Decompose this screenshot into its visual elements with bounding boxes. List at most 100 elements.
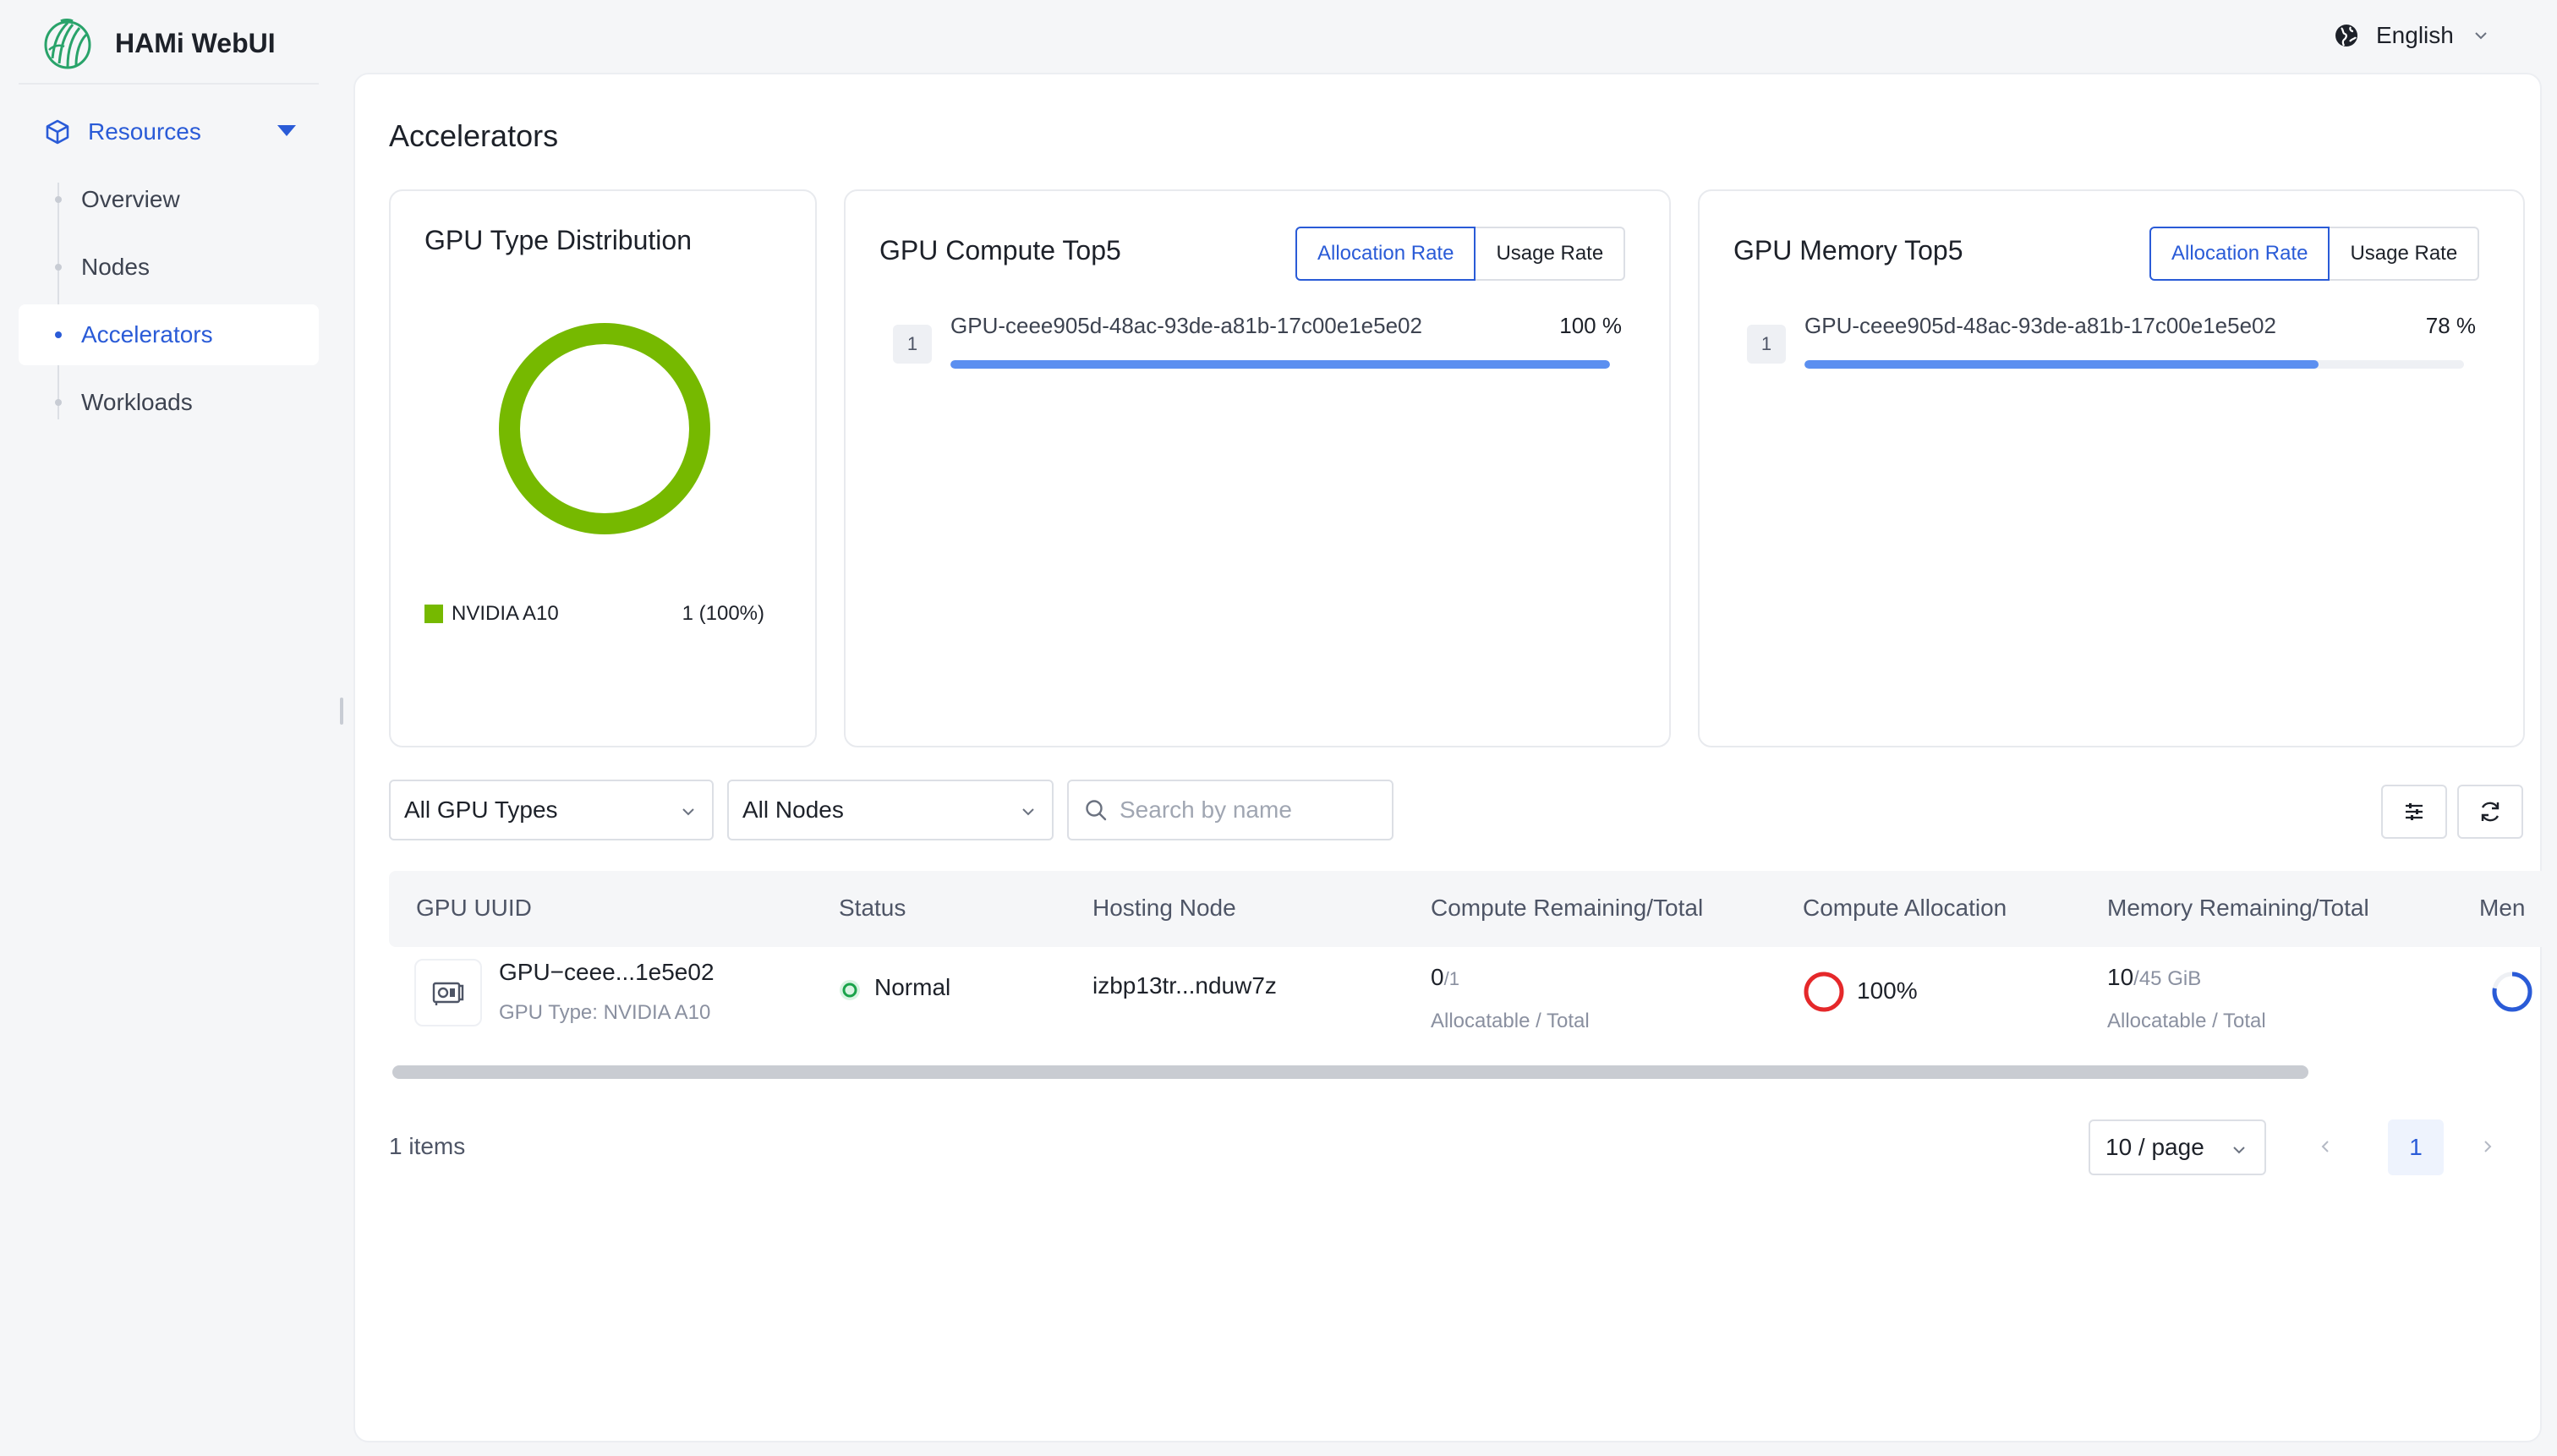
progress-fill bbox=[950, 360, 1610, 369]
rank-number: 1 bbox=[1747, 325, 1786, 364]
column-header-uuid[interactable]: GPU UUID bbox=[416, 895, 532, 922]
sidebar-item-nodes[interactable]: Nodes bbox=[19, 237, 319, 298]
status-text: Normal bbox=[874, 974, 951, 1000]
rank-value: 100 % bbox=[1559, 313, 1622, 338]
compute-rate-toggle: Allocation Rate Usage Rate bbox=[1295, 227, 1626, 281]
horizontal-scrollbar[interactable] bbox=[392, 1065, 2308, 1079]
refresh-button[interactable] bbox=[2457, 785, 2523, 839]
table-header: GPU UUID Status Hosting Node Compute Rem… bbox=[389, 871, 2543, 947]
page-size-select[interactable]: 10 / page bbox=[2089, 1119, 2266, 1175]
chevron-down-icon bbox=[2475, 32, 2487, 40]
sidebar-item-label: Overview bbox=[81, 186, 180, 212]
chevron-down-icon bbox=[682, 808, 694, 816]
gpu-type-select[interactable]: All GPU Types bbox=[389, 780, 714, 840]
column-settings-button[interactable] bbox=[2381, 785, 2447, 839]
gpu-type-donut-chart bbox=[499, 323, 710, 534]
next-page-button[interactable] bbox=[2471, 1130, 2505, 1163]
compute-total: /1 bbox=[1443, 968, 1459, 989]
status-ok-icon bbox=[840, 980, 860, 1000]
memory-total: /45 GiB bbox=[2133, 967, 2202, 990]
brand[interactable]: HAMi WebUI bbox=[42, 15, 276, 71]
sidebar-collapse-handle[interactable] bbox=[340, 698, 343, 725]
chevron-down-icon bbox=[2233, 1147, 2245, 1154]
app-name: HAMi WebUI bbox=[115, 27, 276, 58]
legend-value: 1 (100%) bbox=[682, 602, 764, 625]
language-selector[interactable]: English bbox=[2334, 19, 2489, 52]
column-header-memory-remaining[interactable]: Memory Remaining/Total bbox=[2107, 895, 2369, 922]
menu-dot-icon bbox=[55, 196, 62, 203]
hami-logo-icon bbox=[44, 19, 91, 69]
main-content: Accelerators GPU Type Distribution NVIDI… bbox=[353, 73, 2543, 1442]
gpu-type-text: GPU Type: NVIDIA A10 bbox=[499, 1001, 711, 1024]
column-header-memory-allocation[interactable]: Men bbox=[2479, 895, 2525, 922]
select-value: All GPU Types bbox=[404, 796, 558, 823]
compute-allocation-ring bbox=[1804, 972, 1844, 1012]
item-count: 1 items bbox=[389, 1133, 466, 1159]
rank-number: 1 bbox=[893, 325, 932, 364]
allocation-rate-button[interactable]: Allocation Rate bbox=[1295, 227, 1476, 281]
sidebar-item-overview[interactable]: Overview bbox=[19, 169, 319, 230]
settings-sliders-icon bbox=[2406, 803, 2423, 820]
column-header-status[interactable]: Status bbox=[839, 895, 906, 922]
caret-down-icon bbox=[277, 125, 296, 136]
globe-icon bbox=[2335, 25, 2357, 47]
gpu-card-icon bbox=[432, 982, 464, 1005]
menu-dot-icon bbox=[55, 399, 62, 406]
page-title: Accelerators bbox=[389, 118, 559, 153]
progress-fill bbox=[1804, 360, 2319, 369]
page-1-button[interactable]: 1 bbox=[2388, 1119, 2444, 1175]
table-row[interactable]: GPU−ceee...1e5e02 GPU Type: NVIDIA A10 N… bbox=[389, 949, 2543, 1050]
compute-remaining: 0 bbox=[1431, 964, 1444, 990]
progress-track bbox=[950, 360, 1610, 369]
legend-name: NVIDIA A10 bbox=[452, 602, 559, 625]
menu-group-resources[interactable]: Resources bbox=[44, 110, 306, 154]
progress-track bbox=[1804, 360, 2464, 369]
gpu-type-distribution-panel: GPU Type Distribution NVIDIA A10 1 (100%… bbox=[389, 189, 817, 747]
sidebar-item-accelerators[interactable]: Accelerators bbox=[19, 304, 319, 365]
gpu-name: GPU-ceee905d-48ac-93de-a81b-17c00e1e5e02 bbox=[950, 313, 1422, 338]
gpu-compute-top5-panel: GPU Compute Top5 Allocation Rate Usage R… bbox=[844, 189, 1671, 747]
search-input[interactable] bbox=[1120, 796, 1373, 824]
prev-page-button[interactable] bbox=[2308, 1130, 2342, 1163]
column-header-compute-allocation[interactable]: Compute Allocation bbox=[1803, 895, 2007, 922]
compute-allocation-text: 100% bbox=[1857, 977, 1918, 1004]
sidebar-divider bbox=[19, 83, 319, 85]
memory-rate-toggle: Allocation Rate Usage Rate bbox=[2149, 227, 2480, 281]
panel-title: GPU Type Distribution bbox=[424, 225, 692, 255]
compute-caption: Allocatable / Total bbox=[1431, 1010, 1590, 1032]
memory-rank-row[interactable]: 1 GPU-ceee905d-48ac-93de-a81b-17c00e1e5e… bbox=[1747, 313, 2476, 380]
menu-dot-icon bbox=[55, 331, 62, 338]
sidebar-item-label: Nodes bbox=[81, 254, 150, 280]
panel-title: GPU Memory Top5 bbox=[1733, 235, 1963, 265]
search-icon bbox=[1086, 800, 1107, 821]
legend-swatch bbox=[424, 605, 443, 623]
compute-allocation-arc bbox=[1804, 972, 1844, 1012]
select-value: All Nodes bbox=[742, 796, 844, 823]
chart-legend: NVIDIA A10 1 (100%) bbox=[424, 600, 764, 627]
sidebar: HAMi WebUI Resources Overview Nodes Acce… bbox=[0, 0, 338, 1456]
gpu-uuid-link[interactable]: GPU−ceee...1e5e02 bbox=[499, 959, 715, 986]
chevron-left-icon bbox=[2321, 1141, 2329, 1152]
column-header-node[interactable]: Hosting Node bbox=[1092, 895, 1236, 922]
hosting-node-link[interactable]: izbp13tr...nduw7z bbox=[1092, 972, 1277, 999]
donut-slice[interactable] bbox=[499, 323, 710, 534]
chevron-right-icon bbox=[2484, 1141, 2492, 1152]
node-select[interactable]: All Nodes bbox=[727, 780, 1054, 840]
memory-caption: Allocatable / Total bbox=[2107, 1010, 2266, 1032]
allocation-rate-button[interactable]: Allocation Rate bbox=[2149, 227, 2330, 281]
usage-rate-button[interactable]: Usage Rate bbox=[2330, 227, 2480, 281]
sidebar-item-label: Workloads bbox=[81, 389, 193, 415]
language-label: English bbox=[2376, 22, 2454, 48]
menu-group-label: Resources bbox=[88, 118, 201, 145]
refresh-icon bbox=[2481, 802, 2500, 822]
menu-dot-icon bbox=[55, 264, 62, 271]
compute-rank-row[interactable]: 1 GPU-ceee905d-48ac-93de-a81b-17c00e1e5e… bbox=[893, 313, 1622, 380]
search-box bbox=[1067, 780, 1393, 840]
sidebar-item-workloads[interactable]: Workloads bbox=[19, 372, 319, 433]
page-size-value: 10 / page bbox=[2105, 1134, 2204, 1160]
column-header-compute-remaining[interactable]: Compute Remaining/Total bbox=[1431, 895, 1703, 922]
gpu-name: GPU-ceee905d-48ac-93de-a81b-17c00e1e5e02 bbox=[1804, 313, 2276, 338]
usage-rate-button[interactable]: Usage Rate bbox=[1476, 227, 1626, 281]
rank-value: 78 % bbox=[2425, 313, 2476, 338]
gpu-card-icon-box bbox=[414, 959, 482, 1026]
